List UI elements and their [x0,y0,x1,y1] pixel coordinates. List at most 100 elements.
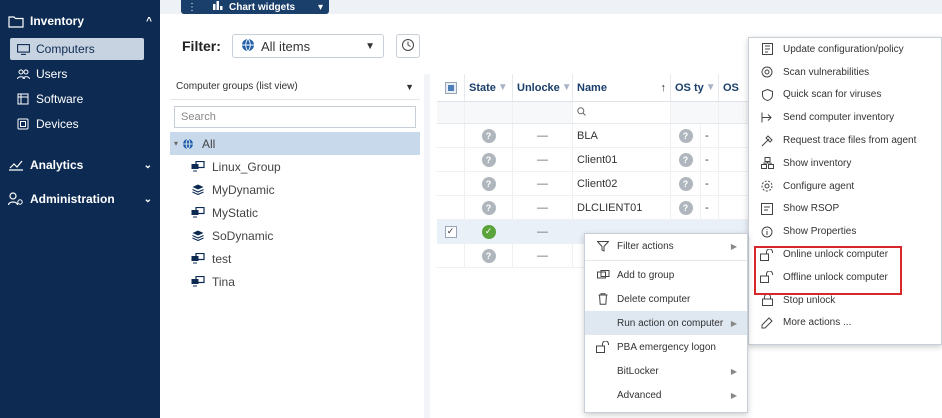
submenu-item[interactable]: Configure agent [749,175,941,198]
filter-select-value: All items [261,38,311,54]
select-all-checkbox[interactable] [444,81,457,94]
software-icon [16,93,30,105]
submenu-item[interactable]: Show RSOP [749,198,941,221]
submenu-arrow-icon: ▶ [730,366,737,376]
group-tree: ▾ All Linux_Group MyDynamic MyStatic SoDynami… [170,132,420,293]
unknown-status-icon: ? [481,200,496,215]
submenu-item[interactable]: More actions ... [749,312,941,335]
state-cell: ? [465,172,513,195]
group-search-input[interactable]: Search [174,106,416,128]
column-label: OS [723,81,739,94]
column-unlocked[interactable]: Unlocke ▼ [513,74,573,101]
menu-item-run-action[interactable]: Run action on computer ▶ [585,311,747,335]
nav-section-label: Administration [30,192,115,206]
unlocked-cell: — [513,196,573,219]
admin-icon [8,192,24,206]
submenu-item[interactable]: Show inventory [749,152,941,175]
submenu-item[interactable]: Scan vulnerabilities [749,61,941,84]
sort-ascending-icon[interactable]: ↑ [661,82,667,94]
menu-item-bitlocker[interactable]: BitLocker ▶ [585,359,747,383]
checkbox-cell [437,196,465,219]
sidebar-item-devices[interactable]: Devices [10,113,144,135]
tree-item-group[interactable]: test [170,247,420,270]
state-cell: ? [465,124,513,147]
submenu-item-label: Offline unlock computer [783,271,888,283]
filter-funnel-icon[interactable]: ▼ [562,82,572,93]
filter-cell [671,102,719,123]
name-filter-input[interactable] [573,102,671,123]
submenu-item[interactable]: Offline unlock computer [749,266,941,289]
state-cell: ? [465,196,513,219]
column-state[interactable]: State ▼ [465,74,513,101]
submenu-item[interactable]: Show Properties [749,220,941,243]
column-name[interactable]: Name ↑ [573,74,671,101]
column-os-type[interactable]: OS ty ▼ [671,74,719,101]
state-cell: ? [465,148,513,171]
caret-down-icon[interactable]: ▼ [405,82,414,92]
chevron-up-icon[interactable]: ^ [146,16,152,27]
submenu-item-label: Stop unlock [783,294,836,306]
groups-panel-header[interactable]: Computer groups (list view) ▼ [170,74,420,100]
unknown-os-icon: ? [678,128,693,143]
unlocked-cell: — [513,220,573,243]
state-cell: ? [465,244,513,267]
tree-item-label: SoDynamic [212,228,274,243]
menu-item-filter-actions[interactable]: Filter actions ▶ [585,234,747,258]
submenu-item[interactable]: Update configuration/policy [749,38,941,61]
sidebar-item-label: Devices [36,117,79,131]
context-menu: Filter actions ▶ Add to group Delete com… [584,233,748,413]
scan-icon [759,66,775,78]
submenu-item[interactable]: Stop unlock [749,289,941,312]
tree-item-all[interactable]: ▾ All [170,132,420,155]
menu-item-add-to-group[interactable]: Add to group [585,263,747,287]
history-button[interactable] [396,34,420,58]
menu-item-advanced[interactable]: Advanced ▶ [585,383,747,407]
menu-item-delete-computer[interactable]: Delete computer [585,287,747,311]
chevron-down-icon[interactable]: ⌄ [144,194,152,205]
os-type-cell: ? [671,124,701,147]
panel-splitter[interactable] [424,74,430,418]
tree-item-group[interactable]: MyStatic [170,201,420,224]
unlock-icon [759,271,775,284]
sidebar: Inventory ^ Computers Users Software Dev… [0,0,160,418]
submenu-arrow-icon: ▶ [730,318,737,328]
tree-item-group[interactable]: SoDynamic [170,224,420,247]
sidebar-item-users[interactable]: Users [10,63,144,85]
chart-widgets-toggle[interactable]: ⋮ Chart widgets ▾ [181,0,329,14]
row-checkbox[interactable]: ✓ [444,225,457,238]
drag-handle-icon[interactable]: ⋮ [187,2,197,13]
info-icon [759,226,775,238]
filter-select[interactable]: All items ▼ [232,34,384,58]
globe-icon [241,38,255,55]
nav-section-administration[interactable]: Administration ⌄ [0,186,160,212]
devices-icon [16,118,30,130]
submenu-item-label: Request trace files from agent [783,135,917,147]
folder-icon [8,15,24,28]
sidebar-item-label: Software [36,92,84,106]
submenu-item[interactable]: Send computer inventory [749,106,941,129]
nav-section-analytics[interactable]: Analytics ⌄ [0,152,160,178]
chart-widgets-label: Chart widgets [229,1,296,13]
wrench-icon [759,134,775,147]
tree-item-label: Tina [212,274,235,289]
menu-item-pba-emergency-logon[interactable]: PBA emergency logon [585,335,747,359]
name-cell: BLA [573,124,671,147]
sidebar-item-software[interactable]: Software [10,88,144,110]
tree-item-group[interactable]: MyDynamic [170,178,420,201]
nav-section-inventory[interactable]: Inventory ^ [0,8,160,34]
checkbox-cell [437,148,465,171]
unknown-os-icon: ? [678,152,693,167]
sidebar-item-computers[interactable]: Computers [10,38,144,60]
filter-funnel-icon[interactable]: ▼ [498,82,508,93]
tree-item-group[interactable]: Tina [170,270,420,293]
filter-funnel-icon[interactable]: ▼ [706,82,716,93]
chevron-down-icon[interactable]: ⌄ [144,160,152,171]
caret-down-icon: ▼ [365,40,375,52]
computer-group-icon [190,161,206,172]
submenu-item[interactable]: Quick scan for viruses [749,84,941,107]
tree-item-group[interactable]: Linux_Group [170,155,420,178]
submenu-item[interactable]: Online unlock computer [749,243,941,266]
submenu-item[interactable]: Request trace files from agent [749,129,941,152]
tree-collapse-icon[interactable]: ▾ [174,139,178,148]
unlocked-cell: — [513,172,573,195]
